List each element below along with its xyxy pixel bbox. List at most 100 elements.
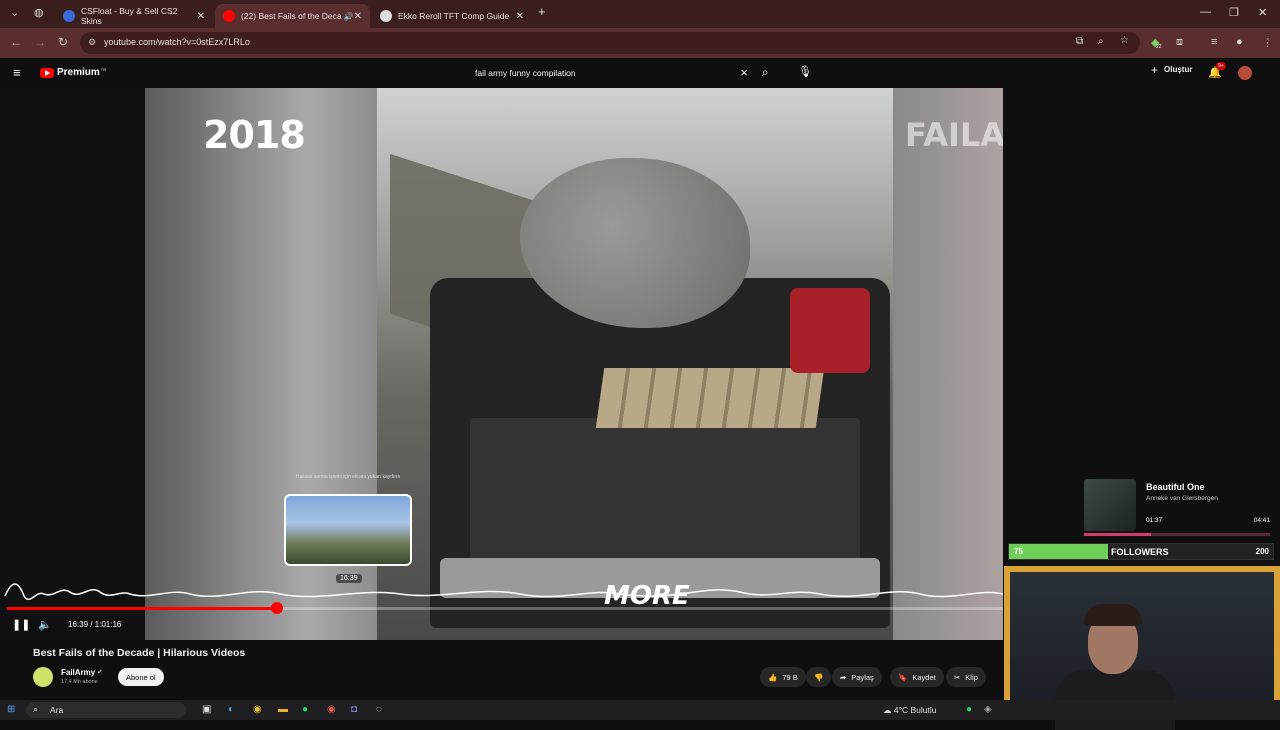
youtube-header: ≡ Premium TR fail army funny compilation… [0, 58, 1280, 88]
chrome-icon[interactable]: ◉ [253, 704, 262, 715]
bookmark-star-icon[interactable]: ☆ [1120, 35, 1129, 46]
overlay-year: 2018 [203, 113, 306, 157]
file-explorer-icon[interactable]: ▬ [278, 704, 288, 715]
save-button[interactable]: 🔖 Kaydet [890, 667, 944, 687]
tab-csfloat[interactable]: CSFloat - Buy & Sell CS2 Skins ✕ [55, 4, 213, 28]
youtube-logo[interactable]: Premium TR [40, 67, 106, 78]
app-icon[interactable]: ◐ [228, 704, 234, 715]
search-input[interactable]: fail army funny compilation [475, 68, 576, 78]
song-artist: Anneke van Giersbergen [1146, 495, 1218, 502]
forward-icon[interactable]: → [34, 35, 46, 49]
seek-preview-hint: Hassas sarma işlemi için ekranı yukarı k… [295, 474, 401, 480]
search-icon[interactable]: ⌕ [762, 65, 769, 80]
channel-name[interactable]: FailArmy [61, 668, 95, 677]
minimize-icon[interactable]: — [1200, 6, 1211, 18]
obs-icon[interactable]: ◌ [376, 704, 382, 715]
close-window-icon[interactable]: ✕ [1258, 6, 1267, 19]
channel-avatar[interactable] [33, 667, 53, 687]
clip-button[interactable]: ✂ Klip [946, 667, 986, 687]
share-button[interactable]: ➦ Paylaş [832, 667, 882, 687]
song-elapsed: 01:37 [1146, 517, 1163, 524]
tab-youtube[interactable]: (22) Best Fails of the Decade 🔊 ✕ [215, 4, 370, 28]
time-display: 16:39 / 1:01:16 [68, 620, 122, 629]
red-jerrycan [790, 288, 870, 373]
zoom-icon[interactable]: ⌕ [1098, 36, 1104, 47]
close-tab-icon[interactable]: ✕ [516, 11, 524, 22]
share-arrow-icon: ➦ [840, 672, 847, 682]
tab-label: (22) Best Fails of the Decade [241, 11, 342, 21]
youtube-favicon-icon [223, 10, 235, 22]
windows-start-icon[interactable]: ⊞ [7, 704, 15, 715]
profile-icon[interactable]: ● [1236, 36, 1243, 48]
followers-current: 75 [1014, 547, 1023, 556]
subscribe-button[interactable]: Abone ol [118, 668, 164, 686]
avatar[interactable] [1238, 66, 1252, 80]
streamer-hair [1084, 604, 1142, 626]
tray-app-icon[interactable]: ◈ [984, 704, 992, 715]
followers-goal-fill [1009, 544, 1108, 559]
url-text[interactable]: youtube.com/watch?v=0stEzx7LRLo [104, 37, 250, 47]
windows-taskbar: ⊞ ⌕ Ara ▣ ◐ ◉ ▬ ● ◉ ◘ ◌ ☁ 4°C Bulutlu ● … [0, 700, 1280, 720]
pinned-tab-icon[interactable]: ◍ [34, 6, 44, 19]
site-info-icon[interactable]: ⚙ [88, 37, 96, 48]
tab-label: CSFloat - Buy & Sell CS2 Skins [81, 6, 178, 26]
save-label: Kaydet [912, 672, 936, 682]
create-button[interactable]: Oluştur [1164, 65, 1192, 74]
discord-icon[interactable]: ◘ [351, 704, 357, 715]
tray-spotify-icon[interactable]: ● [966, 704, 972, 715]
menu-kebab-icon[interactable]: ⋮ [1262, 36, 1273, 49]
guide-favicon-icon [380, 10, 392, 22]
truck-bed [470, 418, 860, 568]
youtube-play-icon [40, 67, 54, 78]
weather-text: 4°C Bulutlu [893, 705, 937, 715]
taskbar-search[interactable]: ⌕ Ara [26, 702, 186, 718]
task-view-icon[interactable]: ▣ [202, 704, 211, 715]
voice-search-icon[interactable]: 🎙 [798, 65, 812, 78]
new-tab-button[interactable]: + [538, 4, 546, 19]
extensions-puzzle-icon[interactable]: ⧈ [1176, 36, 1183, 49]
close-tab-icon[interactable]: ✕ [197, 11, 205, 22]
pause-icon[interactable]: ❚❚ [12, 618, 30, 631]
create-plus-icon: + [1151, 63, 1159, 77]
dislike-button[interactable]: 👎 [806, 667, 832, 687]
restore-icon[interactable]: ❐ [1229, 6, 1239, 19]
install-app-icon[interactable]: ⧉ [1076, 36, 1083, 47]
song-progress-bar [1084, 533, 1270, 536]
chrome-active-icon[interactable]: ◉ [327, 704, 336, 715]
progress-fill [7, 607, 277, 610]
spotify-icon[interactable]: ● [302, 704, 308, 715]
video-player[interactable]: 2018 FAILARMY Hassas sarma işlemi için e… [0, 88, 1003, 640]
audio-waveform-overlay [4, 583, 1003, 601]
notifications-badge: 9+ [1216, 62, 1226, 70]
progress-scrubber[interactable] [270, 602, 283, 614]
hamburger-menu-icon[interactable]: ≡ [13, 65, 21, 80]
subscriber-count: 17,4 Mn abone [61, 679, 98, 685]
verified-check-icon: ✔ [97, 669, 103, 676]
back-icon[interactable]: ← [10, 35, 22, 49]
progress-bar[interactable] [7, 602, 1003, 614]
webcam-overlay [1004, 566, 1280, 730]
like-count: 79 B [782, 672, 798, 682]
share-label: Paylaş [851, 672, 874, 682]
like-button[interactable]: 👍 79 B [760, 667, 806, 687]
song-progress-fill [1084, 533, 1151, 536]
extension-badge: 22 [1156, 44, 1162, 50]
search-box[interactable]: fail army funny compilation × [466, 62, 756, 84]
reload-icon[interactable]: ↻ [58, 35, 68, 49]
reading-list-icon[interactable]: ≡ [1211, 36, 1217, 48]
audio-playing-icon[interactable]: 🔊 [344, 12, 354, 21]
volume-icon[interactable]: 🔈 [38, 618, 52, 631]
album-art [1084, 479, 1136, 531]
song-duration: 04:41 [1253, 517, 1270, 524]
tab-search-icon[interactable]: ⌄ [10, 6, 19, 19]
clear-search-icon[interactable]: × [740, 65, 748, 80]
address-bar[interactable]: ⚙ youtube.com/watch?v=0stEzx7LRLo ⧉ ⌕ ☆ [80, 32, 1140, 54]
thumbs-up-icon: 👍 [768, 672, 778, 682]
close-tab-icon[interactable]: ✕ [354, 11, 362, 22]
taskbar-search-icon: ⌕ [33, 704, 39, 714]
followers-target: 200 [1255, 547, 1269, 556]
weather-widget[interactable]: ☁ 4°C Bulutlu [883, 705, 937, 716]
tab-ekko-guide[interactable]: Ekko Reroll TFT Comp Guide (P ✕ [372, 4, 532, 28]
video-blur-right [893, 88, 1003, 640]
browser-toolbar: ← → ↻ ⚙ youtube.com/watch?v=0stEzx7LRLo … [0, 28, 1280, 58]
